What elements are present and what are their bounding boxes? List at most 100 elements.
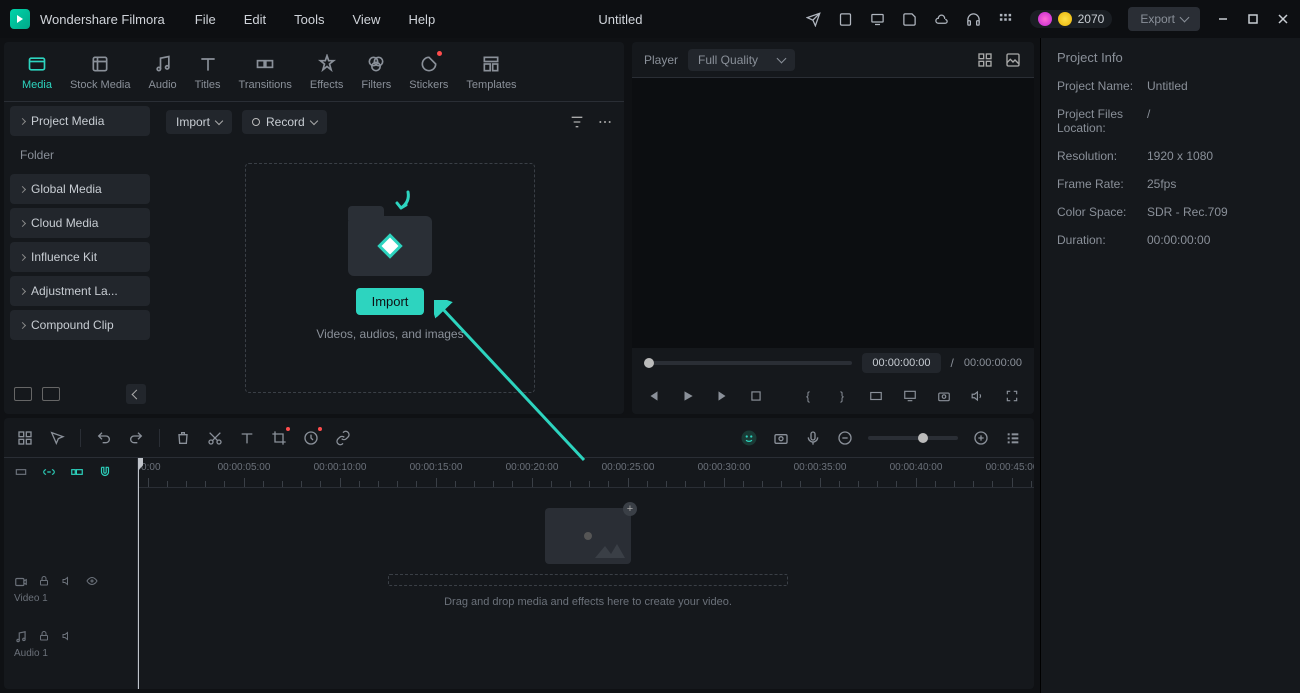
- snapshot-icon[interactable]: [936, 388, 952, 404]
- ruler-label: 00:00:35:00: [794, 462, 847, 473]
- mode-magnet-icon[interactable]: [98, 465, 114, 481]
- sidebar-item-compound-clip[interactable]: Compound Clip: [10, 310, 150, 340]
- chevron-down-icon: [777, 53, 787, 63]
- mode-link-icon[interactable]: [42, 465, 58, 481]
- headphones-icon[interactable]: [966, 11, 982, 27]
- folder-open-icon[interactable]: [42, 387, 60, 401]
- layout-icon[interactable]: [16, 429, 34, 447]
- media-toolbar: Import Record: [156, 102, 624, 142]
- save-icon[interactable]: [902, 11, 918, 27]
- timeline-toolbar: [4, 418, 1034, 458]
- chevron-right-icon: [19, 117, 26, 124]
- send-icon[interactable]: [806, 11, 822, 27]
- image-view-icon[interactable]: [1004, 51, 1022, 69]
- audio-icon: [14, 630, 28, 644]
- cursor-icon[interactable]: [48, 429, 66, 447]
- tab-transitions[interactable]: Transitions: [239, 53, 292, 91]
- cloud-icon[interactable]: [934, 11, 950, 27]
- mark-in-icon[interactable]: {: [800, 388, 816, 404]
- import-drop-zone[interactable]: Import Videos, audios, and images: [245, 163, 535, 393]
- export-button[interactable]: Export: [1128, 7, 1200, 31]
- mark-out-icon[interactable]: }: [834, 388, 850, 404]
- crop-icon[interactable]: [270, 429, 288, 447]
- list-icon[interactable]: [1004, 429, 1022, 447]
- lock-icon[interactable]: [38, 575, 52, 589]
- undo-icon[interactable]: [95, 429, 113, 447]
- add-icon[interactable]: +: [623, 502, 637, 516]
- mute-icon[interactable]: [62, 575, 76, 589]
- stop-icon[interactable]: [748, 388, 764, 404]
- camera-icon[interactable]: [772, 429, 790, 447]
- tab-audio[interactable]: Audio: [149, 53, 177, 91]
- record-dropdown[interactable]: Record: [242, 110, 327, 134]
- sidebar-item-folder[interactable]: Folder: [10, 140, 150, 170]
- maximize-button[interactable]: [1246, 12, 1260, 26]
- cut-icon[interactable]: [206, 429, 224, 447]
- zoom-in-icon[interactable]: [972, 429, 990, 447]
- close-button[interactable]: [1276, 12, 1290, 26]
- text-icon[interactable]: [238, 429, 256, 447]
- sidebar-item-project-media[interactable]: Project Media: [10, 106, 150, 136]
- quality-select[interactable]: Full Quality: [688, 49, 795, 71]
- menu-view[interactable]: View: [352, 12, 380, 27]
- import-button[interactable]: Import: [356, 288, 425, 315]
- timeline-drop-zone[interactable]: [388, 574, 788, 586]
- top-tabs: Media Stock Media Audio Titles Transitions Ef…: [4, 42, 624, 102]
- mute-icon[interactable]: [62, 630, 76, 644]
- tab-media[interactable]: Media: [22, 53, 52, 91]
- menu-tools[interactable]: Tools: [294, 12, 324, 27]
- tab-titles[interactable]: Titles: [195, 53, 221, 91]
- next-frame-icon[interactable]: [714, 388, 730, 404]
- more-icon[interactable]: [596, 113, 614, 131]
- info-row: Resolution:1920 x 1080: [1057, 149, 1284, 163]
- fullscreen-icon[interactable]: [1004, 388, 1020, 404]
- link-icon[interactable]: [334, 429, 352, 447]
- menu-file[interactable]: File: [195, 12, 216, 27]
- ai-icon[interactable]: [740, 429, 758, 447]
- monitor-icon[interactable]: [902, 388, 918, 404]
- lock-icon[interactable]: [38, 630, 52, 644]
- eye-icon[interactable]: [86, 575, 100, 589]
- minimize-button[interactable]: [1216, 12, 1230, 26]
- chevron-right-icon: [19, 253, 26, 260]
- tab-filters[interactable]: Filters: [361, 53, 391, 91]
- sidebar-item-influence-kit[interactable]: Influence Kit: [10, 242, 150, 272]
- mic-icon[interactable]: [804, 429, 822, 447]
- media-icon: [26, 53, 48, 75]
- zoom-slider[interactable]: [868, 436, 958, 440]
- tab-stickers[interactable]: Stickers: [409, 53, 448, 91]
- tab-stock-media[interactable]: Stock Media: [70, 53, 131, 91]
- prev-frame-icon[interactable]: [646, 388, 662, 404]
- sidebar-item-cloud-media[interactable]: Cloud Media: [10, 208, 150, 238]
- grid-view-icon[interactable]: [976, 51, 994, 69]
- timeline-ruler[interactable]: 00:0000:00:05:0000:00:10:0000:00:15:0000…: [138, 458, 1034, 488]
- apps-icon[interactable]: [998, 11, 1014, 27]
- timeline-panel: Video 1Audio 1 00:0000:00:05:0000:00:10:…: [4, 418, 1034, 689]
- speed-icon[interactable]: [302, 429, 320, 447]
- volume-icon[interactable]: [970, 388, 986, 404]
- device-icon[interactable]: [838, 11, 854, 27]
- tab-effects[interactable]: Effects: [310, 53, 343, 91]
- filter-icon[interactable]: [568, 113, 586, 131]
- import-dropdown[interactable]: Import: [166, 110, 232, 134]
- menu-edit[interactable]: Edit: [244, 12, 266, 27]
- collapse-sidebar-button[interactable]: [126, 384, 146, 404]
- delete-icon[interactable]: [174, 429, 192, 447]
- ratio-icon[interactable]: [868, 388, 884, 404]
- redo-icon[interactable]: [127, 429, 145, 447]
- zoom-out-icon[interactable]: [836, 429, 854, 447]
- tab-templates[interactable]: Templates: [466, 53, 516, 91]
- player-progress[interactable]: [644, 361, 852, 365]
- mode-ripple-icon[interactable]: [70, 465, 86, 481]
- sidebar-item-adjustment-la-[interactable]: Adjustment La...: [10, 276, 150, 306]
- sidebar-item-global-media[interactable]: Global Media: [10, 174, 150, 204]
- track-name: Video 1: [14, 593, 127, 604]
- coins-badge[interactable]: 2070: [1030, 10, 1113, 28]
- screen-icon[interactable]: [870, 11, 886, 27]
- play-icon[interactable]: [680, 388, 696, 404]
- menu-help[interactable]: Help: [408, 12, 435, 27]
- mode-a-icon[interactable]: [14, 465, 30, 481]
- timeline-drop-hint: Drag and drop media and effects here to …: [444, 596, 732, 608]
- ruler-label: 00:00:20:00: [506, 462, 559, 473]
- folder-new-icon[interactable]: [14, 387, 32, 401]
